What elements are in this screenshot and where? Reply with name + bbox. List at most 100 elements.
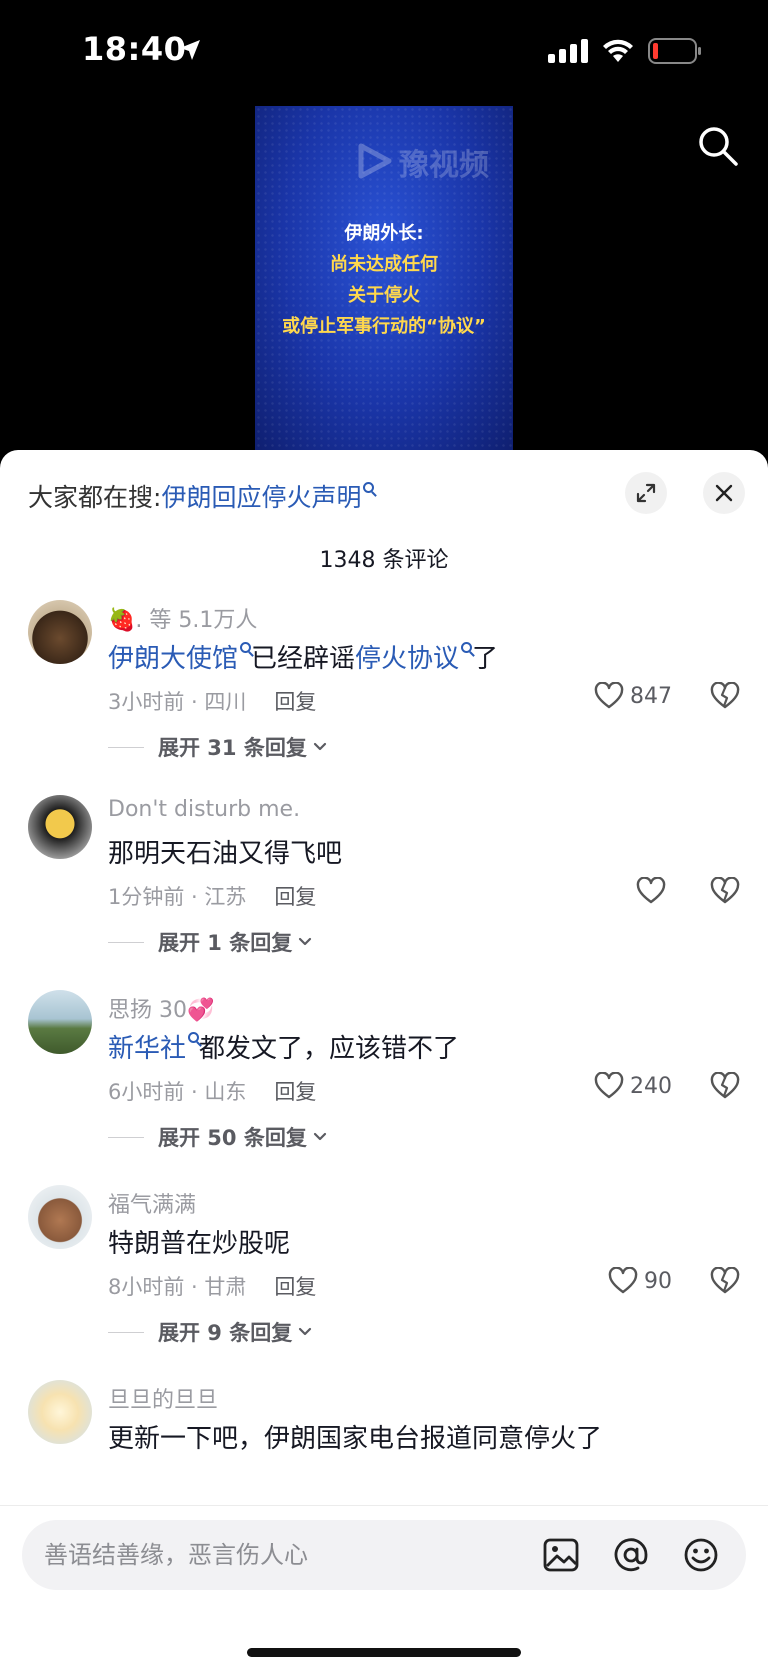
location-arrow-icon	[180, 40, 200, 60]
heart-icon	[608, 1267, 638, 1294]
comment-text: 新华社 都发文了，应该错不了	[108, 1028, 459, 1065]
close-panel-button[interactable]	[703, 472, 745, 514]
reply-button[interactable]: 回复	[274, 1080, 316, 1104]
comment-username[interactable]: 🍓. 等 5.1万人	[108, 602, 257, 634]
comment-input[interactable]	[44, 1520, 504, 1590]
divider	[108, 1136, 144, 1138]
comment-text: 伊朗大使馆 已经辟谣停火协议了	[108, 638, 498, 675]
comment-count: 1348 条评论	[319, 548, 449, 573]
comment-text-part: 了	[472, 644, 499, 674]
search-small-icon	[461, 642, 473, 653]
dislike-icon	[710, 876, 740, 904]
expand-replies-label: 展开 50 条回复	[158, 1126, 307, 1150]
dislike-button[interactable]	[710, 681, 740, 714]
like-count: 90	[644, 1268, 672, 1294]
expand-replies-label: 展开 1 条回复	[158, 931, 293, 955]
comment-meta: 1分钟前 · 江苏 回复	[108, 881, 316, 911]
comment-text-part: 特朗普在炒股呢	[108, 1229, 291, 1259]
video-line-2: 尚未达成任何	[330, 254, 438, 275]
comment-username[interactable]: 福气满满	[108, 1187, 196, 1219]
dislike-icon	[710, 681, 740, 709]
heart-icon	[594, 682, 624, 709]
avatar[interactable]	[28, 1380, 92, 1444]
comment-text: 那明天石油又得飞吧	[108, 833, 342, 870]
video-thumbnail[interactable]: 豫视频 伊朗外长: 尚未达成任何 关于停火 或停止军事行动的“协议”	[255, 106, 513, 450]
comment-username[interactable]: 旦旦的旦旦	[108, 1382, 218, 1414]
comment-text: 特朗普在炒股呢	[108, 1223, 290, 1260]
search-icon[interactable]	[696, 124, 740, 168]
wifi-icon	[603, 39, 633, 62]
username-prefix: 🍓	[108, 608, 136, 633]
like-button[interactable]: 847	[594, 682, 672, 710]
mention-icon[interactable]	[612, 1536, 650, 1574]
avatar[interactable]	[28, 990, 92, 1054]
comment-text-part: 都发文了，应该错不了	[199, 1034, 460, 1064]
hot-search-term[interactable]: 伊朗回应停火声明	[161, 483, 361, 512]
dislike-button[interactable]	[710, 1266, 740, 1299]
divider	[108, 746, 144, 748]
reply-button[interactable]: 回复	[274, 885, 316, 909]
comment-link[interactable]: 伊朗大使馆	[108, 644, 238, 674]
comment-time-location: 3小时前 · 四川	[108, 690, 247, 714]
comment-time-location: 8小时前 · 甘肃	[108, 1275, 247, 1299]
reply-button[interactable]: 回复	[274, 690, 316, 714]
dislike-button[interactable]	[710, 876, 740, 909]
expand-panel-button[interactable]	[625, 472, 667, 514]
video-line-1: 伊朗外长:	[344, 223, 424, 244]
comment-time-location: 6小时前 · 山东	[108, 1080, 247, 1104]
heart-icon	[594, 1072, 624, 1099]
cellular-signal-icon	[548, 39, 588, 63]
username-text: . 等 5.1万人	[135, 608, 258, 633]
comment-text-part: 已经辟谣	[251, 644, 356, 674]
comment-meta: 3小时前 · 四川 回复	[108, 686, 316, 716]
comment-text: 更新一下吧，伊朗国家电台报道同意停火了	[108, 1418, 602, 1455]
comment-username[interactable]: Don't disturb me.	[108, 797, 300, 822]
comment-text-part: 那明天石油又得飞吧	[108, 839, 343, 869]
battery-low-icon	[648, 38, 701, 64]
chevron-down-icon	[313, 1132, 326, 1141]
like-button[interactable]: 240	[594, 1072, 672, 1100]
home-indicator[interactable]	[247, 1648, 521, 1657]
avatar[interactable]	[28, 600, 92, 664]
hot-search-label: 大家都在搜:	[28, 483, 162, 512]
comment-meta: 6小时前 · 山东 回复	[108, 1076, 316, 1106]
comment-link[interactable]: 新华社	[108, 1034, 186, 1064]
username-text: 福气满满	[108, 1193, 197, 1218]
like-button[interactable]: 90	[608, 1267, 672, 1295]
comment-link[interactable]: 停火协议	[355, 644, 459, 674]
expand-replies-label: 展开 9 条回复	[158, 1321, 293, 1345]
like-count: 847	[630, 683, 672, 709]
like-button[interactable]	[636, 877, 672, 905]
comment-item: 福气满满特朗普在炒股呢 8小时前 · 甘肃 回复 90 展开 9 条回复	[0, 1185, 768, 1380]
expand-replies-button[interactable]: 展开 1 条回复	[108, 927, 314, 957]
status-icons	[548, 38, 702, 64]
dislike-icon	[710, 1071, 740, 1099]
heart-icon	[636, 877, 666, 904]
comment-input-box	[22, 1520, 746, 1590]
comments-panel: 大家都在搜:伊朗回应停火声明 1348 条评论 🍓. 等 5.1万人 伊朗大使馆已…	[0, 450, 768, 1665]
chevron-down-icon	[299, 1327, 312, 1336]
emoji-icon[interactable]	[682, 1536, 720, 1574]
comment-input-bar	[0, 1505, 768, 1665]
dislike-button[interactable]	[710, 1071, 740, 1104]
avatar[interactable]	[28, 1185, 92, 1249]
chevron-down-icon	[299, 937, 312, 946]
search-small-icon	[363, 482, 375, 493]
video-watermark: 豫视频	[399, 148, 489, 183]
username-text: 思扬 30💞	[108, 998, 215, 1023]
comment-username[interactable]: 思扬 30💞	[108, 992, 214, 1024]
username-text: 旦旦的旦旦	[108, 1388, 219, 1413]
reply-button[interactable]: 回复	[274, 1275, 316, 1299]
comment-time-location: 1分钟前 · 江苏	[108, 885, 247, 909]
like-count: 240	[630, 1073, 672, 1099]
expand-replies-button[interactable]: 展开 31 条回复	[108, 732, 329, 762]
chevron-down-icon	[313, 742, 326, 751]
comment-text-part: 更新一下吧，伊朗国家电台报道同意停火了	[108, 1424, 603, 1454]
expand-replies-button[interactable]: 展开 9 条回复	[108, 1317, 314, 1347]
search-small-icon	[240, 642, 252, 653]
avatar[interactable]	[28, 795, 92, 859]
hot-search[interactable]: 大家都在搜:伊朗回应停火声明	[28, 478, 375, 514]
search-small-icon	[188, 1032, 200, 1043]
image-icon[interactable]	[542, 1536, 580, 1574]
expand-replies-button[interactable]: 展开 50 条回复	[108, 1122, 329, 1152]
